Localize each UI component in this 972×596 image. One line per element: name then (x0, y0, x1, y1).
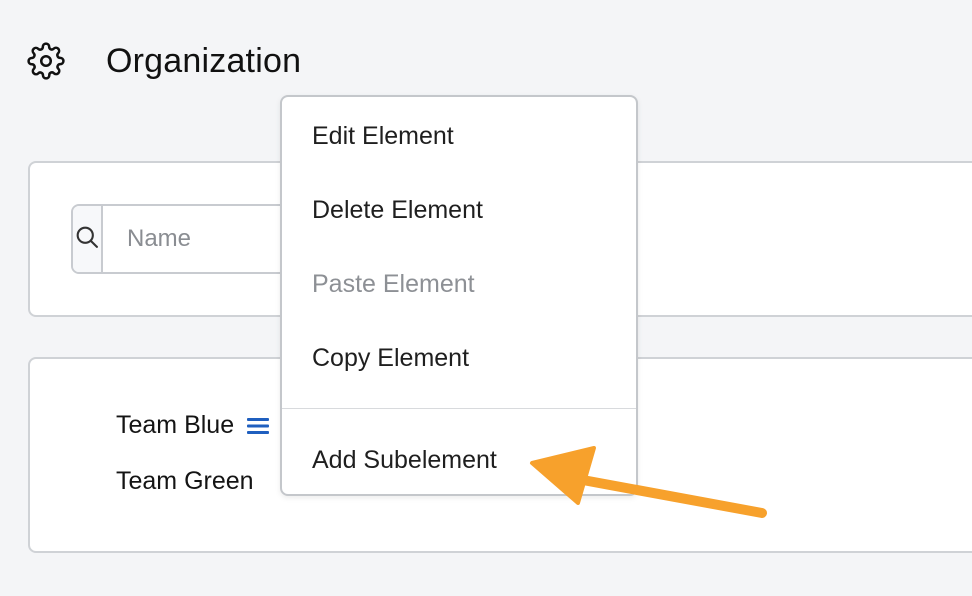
tree-item-label: Team Blue (116, 411, 235, 439)
gear-icon[interactable] (26, 41, 66, 81)
menu-item-add-subelement[interactable]: Add Subelement (312, 446, 497, 475)
search-button[interactable] (73, 206, 103, 272)
menu-divider (282, 408, 636, 409)
menu-item-paste-element: Paste Element (312, 270, 475, 298)
tree-item-label: Team Green (116, 467, 254, 495)
page-title: Organization (106, 41, 302, 80)
tree-item-team-blue[interactable]: Team Blue (116, 411, 270, 440)
context-menu: Edit Element Delete Element Paste Elemen… (280, 95, 638, 496)
menu-item-copy-element[interactable]: Copy Element (312, 344, 469, 373)
search-icon (73, 223, 101, 256)
menu-item-delete-element[interactable]: Delete Element (312, 196, 483, 225)
page-header: Organization (26, 36, 301, 86)
hamburger-icon[interactable] (246, 416, 270, 436)
tree-item-team-green[interactable]: Team Green (116, 467, 254, 496)
menu-item-edit-element[interactable]: Edit Element (312, 122, 454, 151)
